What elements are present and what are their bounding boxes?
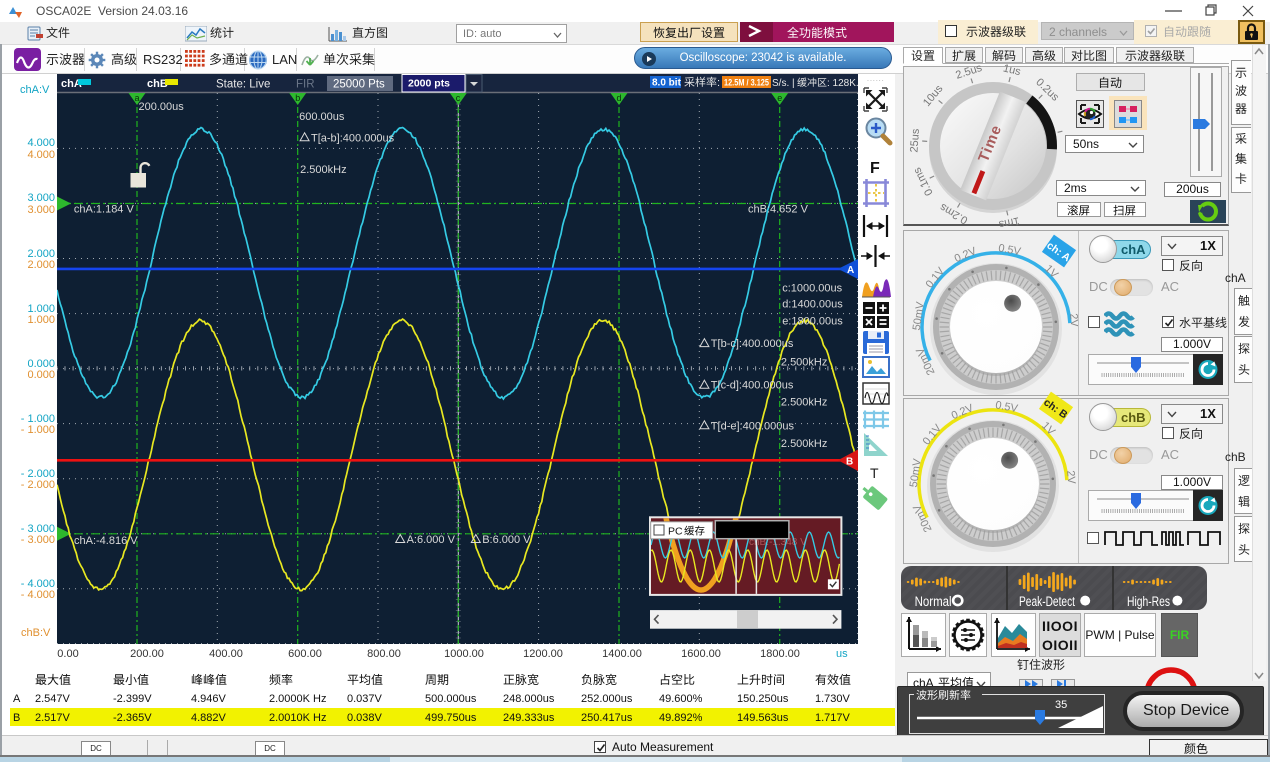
svg-text:d: d [617,93,622,103]
svg-text:c: c [456,93,461,103]
svg-text:50mV: 50mV [911,300,927,331]
svg-text:1ms: 1ms [997,214,1020,230]
svg-text:600.00us: 600.00us [299,111,345,123]
svg-text:T: T [870,465,879,481]
svg-text:chA:1.184 V: chA:1.184 V [74,204,135,216]
svg-text:200.00us: 200.00us [139,101,185,113]
svg-text:Normal: Normal [915,594,952,609]
svg-text:2.500kHz: 2.500kHz [781,438,827,450]
svg-text:35: 35 [1055,699,1067,711]
svg-text:50mV: 50mV [908,457,924,488]
svg-text:: 128K.: : 128K. [827,78,858,89]
svg-text:2.500kHz: 2.500kHz [781,357,827,369]
svg-text:2.500kHz: 2.500kHz [781,396,827,408]
svg-text:0.2us: 0.2us [1033,76,1061,104]
svg-text:B:6.000 V: B:6.000 V [482,534,531,546]
svg-text:1V: 1V [1042,263,1060,281]
svg-text:S/s. |: S/s. | [772,78,795,89]
svg-text:10us: 10us [921,83,946,109]
svg-text:0.2V: 0.2V [950,402,976,422]
svg-text::: : [717,77,720,89]
svg-text:2.500kHz: 2.500kHz [300,164,346,176]
svg-text:e: e [777,93,782,103]
svg-text:T[c-d]:400.000us: T[c-d]:400.000us [711,380,794,392]
svg-text:Peak-Detect: Peak-Detect [1019,594,1075,609]
svg-text:chA:-4.816 V: chA:-4.816 V [74,535,138,547]
svg-text:0.1V: 0.1V [924,265,948,291]
svg-text:State: Live: State: Live [216,79,270,91]
svg-text:T[d-e]:400.000us: T[d-e]:400.000us [711,420,795,432]
svg-text:chB: chB [147,78,168,90]
svg-text:d:1400.00us: d:1400.00us [782,299,843,311]
svg-text:0.1ms: 0.1ms [911,165,936,198]
svg-text:25us: 25us [908,128,922,153]
svg-text:chB:4.652 V: chB:4.652 V [748,204,809,216]
svg-text:25000 Pts: 25000 Pts [333,79,385,91]
svg-text:0.2V: 0.2V [953,245,979,265]
svg-text:A: A [847,265,854,276]
svg-text:12.5M / 3.125: 12.5M / 3.125 [724,78,769,88]
svg-text:PC: PC [668,526,683,538]
svg-text:T[b-c]:400.000us: T[b-c]:400.000us [711,338,794,350]
svg-text:A:6.000 V: A:6.000 V [407,534,456,546]
svg-text:2000 pts: 2000 pts [408,78,450,90]
svg-text:c:1000.00us: c:1000.00us [782,283,842,295]
svg-text:0.1V: 0.1V [921,422,945,448]
svg-text:F: F [870,160,880,177]
svg-text:B: B [846,457,853,468]
svg-text:High-Res: High-Res [1127,594,1170,609]
svg-text:FIR: FIR [296,79,315,91]
svg-text:e:1800.00us: e:1800.00us [782,315,843,327]
svg-text:1V: 1V [1039,420,1057,438]
svg-text:0.5V: 0.5V [994,399,1019,415]
svg-text:T[a-b]:400.000us: T[a-b]:400.000us [311,132,395,144]
svg-text:b: b [295,93,300,103]
svg-text:......: ...... [867,76,885,83]
svg-text:0.5V: 0.5V [997,242,1022,258]
svg-text:2V: 2V [1064,470,1077,485]
svg-text:8.0 bit: 8.0 bit [652,78,682,89]
